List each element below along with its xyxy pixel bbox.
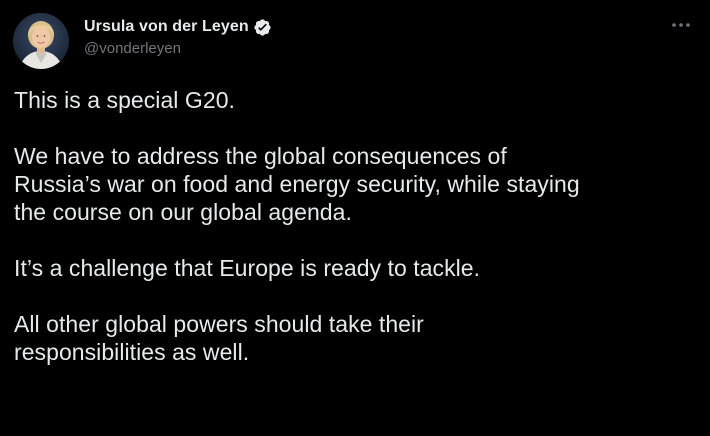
more-options-button[interactable] <box>668 14 694 36</box>
tweet-paragraph: We have to address the global consequenc… <box>14 143 580 225</box>
verified-badge-icon <box>253 18 272 37</box>
profile-photo <box>13 13 69 69</box>
tweet-paragraph: It’s a challenge that Europe is ready to… <box>14 255 481 281</box>
tweet-paragraph: All other global powers should take thei… <box>14 311 424 365</box>
name-row: Ursula von der Leyen <box>84 16 272 38</box>
tweet: Ursula von der Leyen @vonderleyen This i… <box>0 0 710 436</box>
avatar[interactable] <box>13 13 69 69</box>
cutoff-footer <box>14 430 134 436</box>
handle[interactable]: @vonderleyen <box>84 40 272 57</box>
display-name[interactable]: Ursula von der Leyen <box>84 18 249 36</box>
tweet-text: This is a special G20. We have to addres… <box>14 86 704 394</box>
more-horizontal-icon <box>672 23 690 27</box>
author-info: Ursula von der Leyen @vonderleyen <box>84 16 272 57</box>
tweet-paragraph: This is a special G20. <box>14 87 235 113</box>
